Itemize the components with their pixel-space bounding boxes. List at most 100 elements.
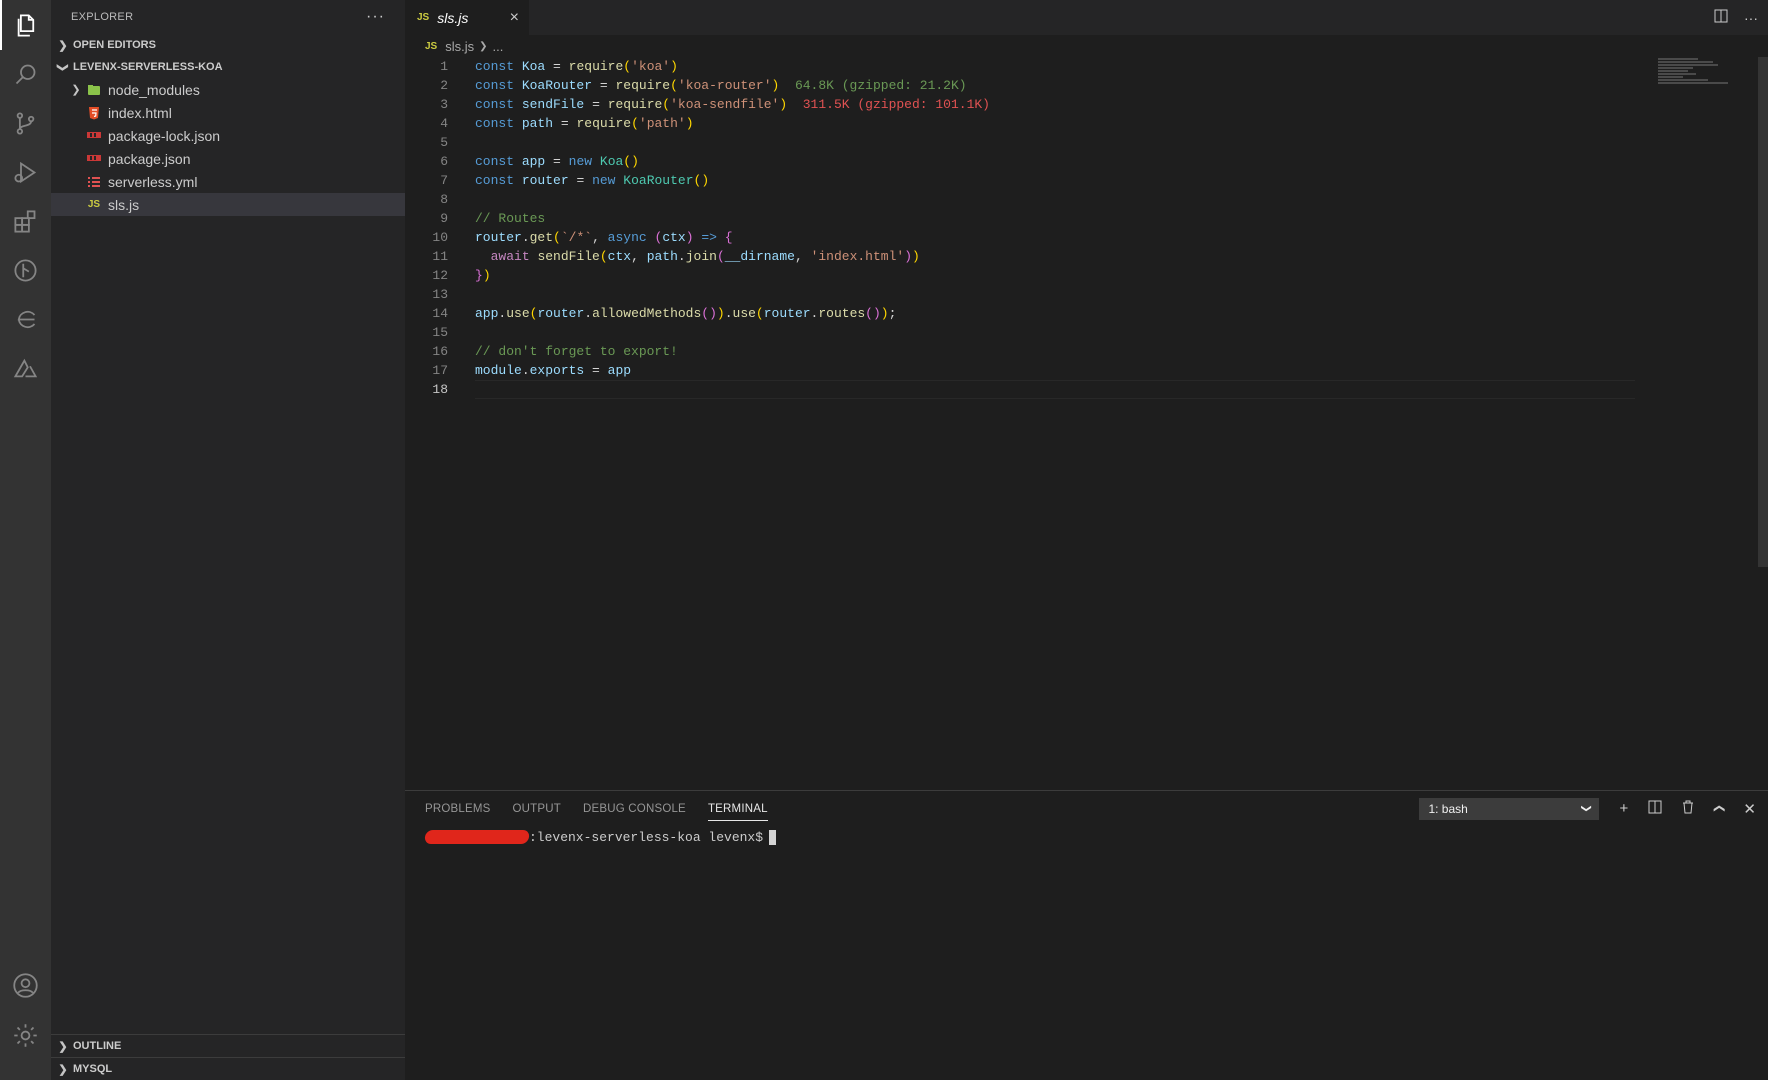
line-number: 18 (432, 382, 448, 397)
js-file-icon: JS (87, 199, 101, 210)
code-line: 5 (405, 133, 1605, 152)
outline-section[interactable]: ❯ OUTLINE (51, 1034, 405, 1057)
tree-item-package-json[interactable]: package.json (51, 147, 405, 170)
code-line: 6 const app = new Koa() (405, 152, 1605, 171)
editor-actions: ··· (1714, 0, 1758, 35)
code-line: 8 (405, 190, 1605, 209)
search-icon[interactable] (0, 49, 51, 99)
code-line: 12}) (405, 266, 1605, 285)
code-line: 1 const Koa = require('koa') (405, 57, 1605, 76)
npm-file-icon (86, 128, 102, 144)
bottom-panel: PROBLEMS OUTPUT DEBUG CONSOLE TERMINAL 1… (405, 790, 1768, 1080)
files-icon[interactable] (0, 0, 51, 50)
editor-scrollbar[interactable] (1758, 57, 1768, 567)
git-graph-icon[interactable] (0, 245, 51, 295)
terminal-select[interactable]: 1: bash ❯ (1419, 797, 1600, 820)
line-number: 11 (432, 249, 448, 264)
line-number: 1 (440, 59, 448, 74)
code-line: 7 const router = new KoaRouter() (405, 171, 1605, 190)
tab-output[interactable]: OUTPUT (513, 803, 561, 815)
tab-label: sls.js (437, 9, 469, 26)
tab-terminal[interactable]: TERMINAL (707, 803, 768, 821)
open-editors-section[interactable]: ❯ OPEN EDITORS (51, 34, 405, 56)
split-editor-icon[interactable] (1714, 9, 1728, 26)
terminal-output[interactable]: :levenx-serverless-koa levenx$ (405, 826, 1768, 848)
tree-item-label: package.json (108, 150, 191, 167)
open-editors-label: OPEN EDITORS (73, 39, 156, 51)
explorer-title: EXPLORER (71, 11, 134, 23)
code-line: 16// don't forget to export! (405, 342, 1605, 361)
tree-item-node-modules[interactable]: ❯ node_modules (51, 78, 405, 101)
chevron-right-icon: ❯ (479, 40, 488, 52)
chevron-up-icon[interactable]: ❯ (1712, 804, 1725, 813)
chevron-down-icon: ❯ (1580, 804, 1592, 813)
import-size-label: 311.5K (gzipped: 101.1K) (802, 97, 990, 112)
tree-item-serverless-yml[interactable]: serverless.yml (51, 170, 405, 193)
more-actions-icon[interactable]: ··· (1744, 10, 1758, 26)
close-icon[interactable]: ✕ (1743, 800, 1756, 818)
more-actions-icon[interactable]: ··· (366, 8, 385, 26)
chevron-down-icon: ❯ (56, 62, 69, 72)
line-number: 16 (432, 344, 448, 359)
tab-sls-js[interactable]: JS sls.js × (405, 0, 529, 35)
sidebar-bottom-sections: ❯ OUTLINE ❯ MYSQL (51, 1034, 405, 1080)
js-file-icon: JS (417, 12, 430, 23)
yaml-file-icon (86, 174, 102, 190)
tree-item-label: serverless.yml (108, 173, 198, 190)
chevron-right-icon: ❯ (58, 1063, 68, 1076)
account-icon[interactable] (0, 960, 51, 1010)
line-number: 10 (432, 230, 448, 245)
source-control-icon[interactable] (0, 98, 51, 148)
tree-item-label: package-lock.json (108, 127, 221, 144)
code-line: 14 app.use(router.allowedMethods()).use(r… (405, 304, 1605, 323)
code-line: 11 await sendFile(ctx, path.join(__dirna… (405, 247, 1605, 266)
line-number: 5 (440, 135, 448, 150)
line-number: 12 (432, 268, 448, 283)
run-debug-icon[interactable] (0, 147, 51, 197)
tab-problems[interactable]: PROBLEMS (425, 803, 491, 815)
breadcrumb-rest[interactable]: ... (493, 39, 504, 54)
chevron-right-icon: ❯ (58, 1040, 68, 1053)
extensions-icon[interactable] (0, 196, 51, 246)
line-number: 2 (440, 78, 448, 93)
mysql-label: MYSQL (73, 1063, 113, 1075)
gear-icon[interactable] (0, 1010, 51, 1060)
js-file-icon: JS (425, 40, 438, 52)
import-size-label: 64.8K (gzipped: 21.2K) (794, 78, 967, 93)
project-label: LEVENX-SERVERLESS-KOA (73, 61, 223, 73)
code-line: 10 router.get(`/*`, async (ctx) => { (405, 228, 1605, 247)
folder-node-icon (86, 82, 102, 98)
mysql-section[interactable]: ❯ MYSQL (51, 1057, 405, 1080)
line-number: 3 (440, 97, 448, 112)
tree-item-sls-js[interactable]: JS sls.js (51, 193, 405, 216)
azure-icon[interactable] (0, 343, 51, 393)
tree-item-label: index.html (108, 104, 172, 121)
line-number: 17 (432, 363, 448, 378)
line-number: 9 (440, 211, 448, 226)
breadcrumb-file[interactable]: sls.js (445, 39, 474, 54)
minimap[interactable] (1658, 57, 1748, 97)
terminal-select-value: 1: bash (1428, 801, 1468, 816)
split-terminal-icon[interactable] (1648, 800, 1662, 818)
tree-item-label: node_modules (108, 81, 200, 98)
remote-explorer-icon[interactable] (0, 294, 51, 344)
redaction-mark (424, 830, 530, 844)
line-number: 4 (440, 116, 448, 131)
line-number: 8 (440, 192, 448, 207)
code-line: 15 (405, 323, 1605, 342)
html-file-icon (86, 105, 102, 121)
trash-icon[interactable] (1682, 800, 1694, 818)
code-line: 3 const sendFile = require('koa-sendfile'… (405, 95, 1605, 114)
npm-file-icon (86, 151, 102, 167)
tab-debug-console[interactable]: DEBUG CONSOLE (583, 803, 686, 815)
tree-item-index-html[interactable]: index.html (51, 101, 405, 124)
code-line: 2 const KoaRouter = require('koa-router')… (405, 76, 1605, 95)
tree-item-package-lock-json[interactable]: package-lock.json (51, 124, 405, 147)
tab-bar: JS sls.js × ··· (405, 0, 1768, 35)
code-line: 4 const path = require('path') (405, 114, 1605, 133)
terminal-prompt: :levenx-serverless-koa levenx$ (529, 829, 764, 845)
project-section[interactable]: ❯ LEVENX-SERVERLESS-KOA (51, 56, 405, 78)
close-icon[interactable]: × (510, 9, 519, 27)
code-editor[interactable]: 1 const Koa = require('koa') 2 const KoaRo… (405, 57, 1635, 399)
plus-icon[interactable]: + (1619, 800, 1628, 817)
